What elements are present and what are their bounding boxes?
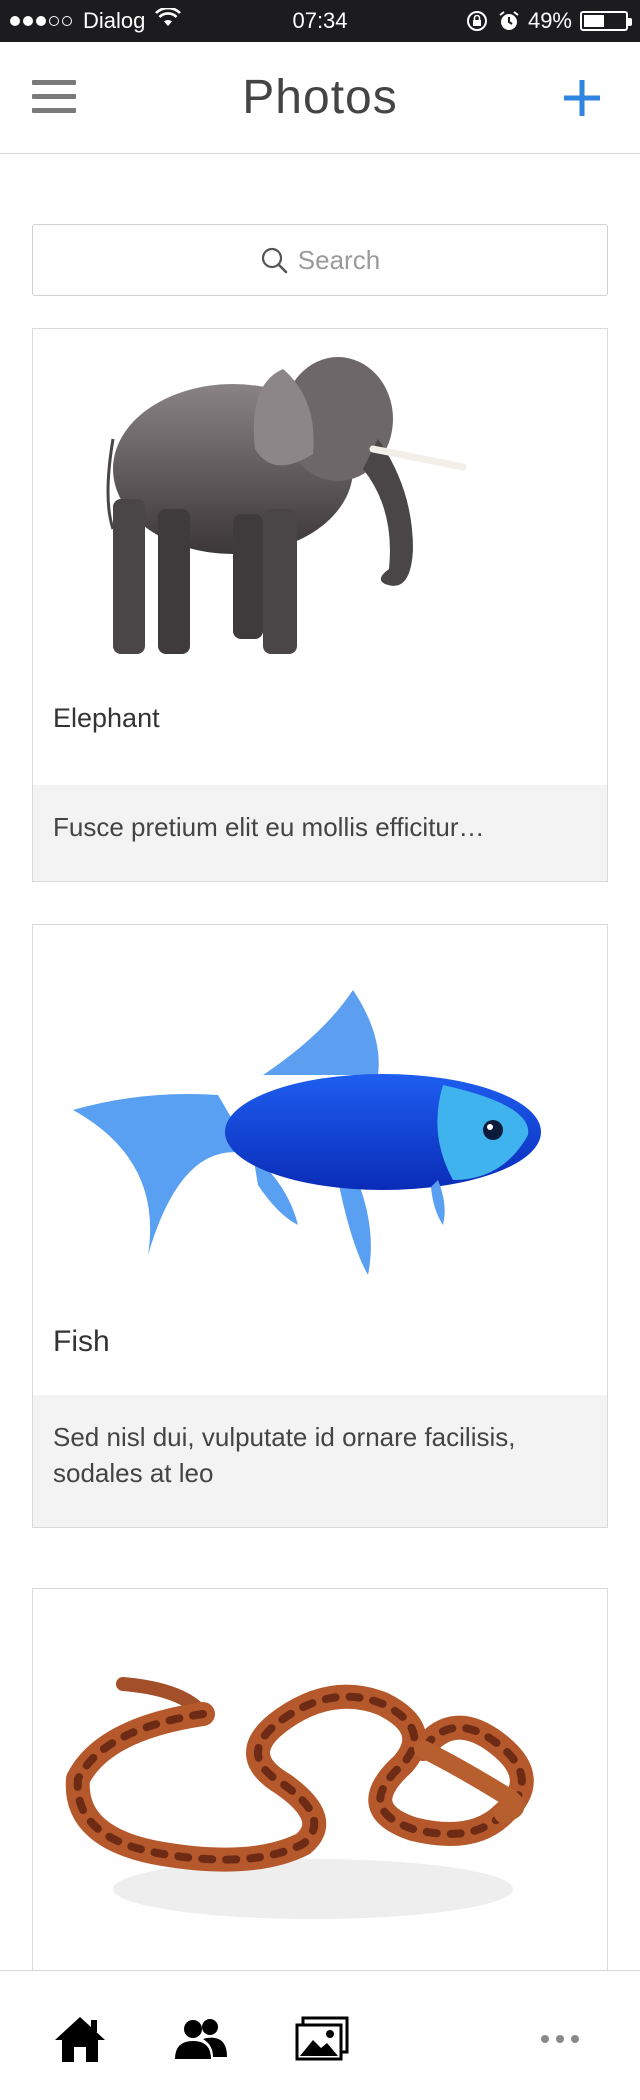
tab-bar [0,1970,640,2100]
tab-more[interactable] [530,2009,590,2069]
search-placeholder: Search [297,244,381,275]
alarm-icon [498,10,520,32]
card-description: Fusce pretium elit eu mollis efficitur… [33,785,607,881]
photo-card[interactable]: Fish Sed nisl dui, vulputate id ornare f… [32,924,608,1528]
photos-icon [295,2016,349,2061]
snake-photo [33,1589,607,1949]
plus-icon [564,80,600,116]
card-description: Sed nisl dui, vulputate id ornare facili… [33,1395,607,1527]
card-title: Elephant [53,703,160,733]
search-icon [260,246,288,274]
fish-photo [33,925,607,1315]
add-photo-button[interactable] [560,76,604,120]
rotation-lock-icon [466,10,488,32]
tab-home[interactable] [50,2009,110,2069]
people-icon [175,2019,227,2059]
more-icon [541,2035,579,2043]
elephant-photo [33,329,607,679]
card-title: Fish [53,1325,110,1358]
home-icon [55,2017,105,2062]
battery-icon [580,11,632,31]
search-input[interactable]: Search [32,224,608,296]
tab-photos[interactable] [292,2009,352,2069]
page-title: Photos [242,71,398,124]
navigation-bar: Photos [0,42,640,154]
tab-people[interactable] [171,2009,231,2069]
status-bar: Dialog 07:34 49% [0,0,640,42]
battery-percentage: 49% [527,8,572,33]
photo-card[interactable]: Elephant Fusce pretium elit eu mollis ef… [32,328,608,882]
status-right: 49% [466,8,632,34]
